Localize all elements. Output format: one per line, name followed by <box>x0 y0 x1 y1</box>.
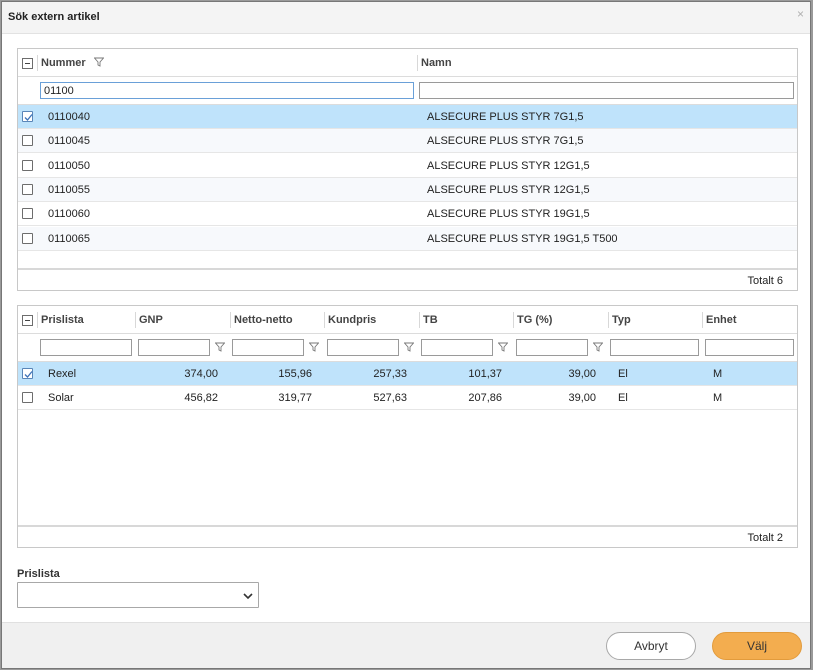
select-button[interactable]: Välj <box>712 632 802 660</box>
row-checkbox[interactable] <box>22 392 33 403</box>
dialog-footer: Avbryt Välj <box>2 622 810 668</box>
select-all-checkbox[interactable] <box>22 315 33 326</box>
enhet-cell: M <box>713 368 723 380</box>
dialog-titlebar: Sök extern artikel × <box>2 2 810 34</box>
enhet-filter-input[interactable] <box>705 339 794 356</box>
prislista-label: Prislista <box>17 568 60 580</box>
gnp-cell: 456,82 <box>184 392 218 404</box>
namn-cell: ALSECURE PLUS STYR 12G1,5 <box>427 183 590 196</box>
kundpris-cell: 257,33 <box>373 368 407 380</box>
typ-cell: El <box>618 368 628 380</box>
column-header-enhet[interactable]: Enhet <box>703 306 737 334</box>
price-filter-row <box>18 334 797 362</box>
kundpris-cell: 527,63 <box>373 392 407 404</box>
table-row[interactable]: 0110040 ALSECURE PLUS STYR 7G1,5 <box>18 105 797 129</box>
column-header-netto-netto[interactable]: Netto-netto <box>231 306 293 334</box>
column-header-kundpris[interactable]: Kundpris <box>325 306 376 334</box>
gnp-filter-input[interactable] <box>138 339 210 356</box>
row-checkbox[interactable] <box>22 232 33 244</box>
table-row[interactable]: 0110050 ALSECURE PLUS STYR 12G1,5 <box>18 153 797 178</box>
column-header-nummer[interactable]: Nummer <box>38 49 105 77</box>
article-total: Totalt 6 <box>747 275 783 287</box>
namn-filter-input[interactable] <box>419 82 794 99</box>
prislista-select[interactable] <box>17 582 259 608</box>
filter-icon[interactable] <box>215 342 225 352</box>
column-header-tg[interactable]: TG (%) <box>514 306 552 334</box>
nummer-cell: 0110040 <box>48 111 91 123</box>
namn-cell: ALSECURE PLUS STYR 7G1,5 <box>427 111 584 123</box>
row-checkbox[interactable] <box>22 159 33 171</box>
table-row[interactable]: 0110055 ALSECURE PLUS STYR 12G1,5 <box>18 177 797 202</box>
netto-filter-input[interactable] <box>232 339 304 356</box>
close-icon[interactable]: × <box>797 7 804 21</box>
netto-cell: 319,77 <box>278 392 312 404</box>
nummer-cell: 0110050 <box>48 159 91 172</box>
row-checkbox[interactable] <box>22 368 33 379</box>
filter-icon[interactable] <box>309 342 319 352</box>
prislista-cell: Rexel <box>48 368 77 380</box>
column-header-namn[interactable]: Namn <box>418 49 452 77</box>
filter-icon[interactable] <box>93 57 105 67</box>
row-checkbox[interactable] <box>22 183 33 195</box>
dialog-title: Sök extern artikel <box>8 11 100 23</box>
price-total: Totalt 2 <box>747 532 783 544</box>
namn-cell: ALSECURE PLUS STYR 19G1,5 T500 <box>427 232 618 245</box>
prislista-filter-input[interactable] <box>40 339 132 356</box>
prislista-cell: Solar <box>48 392 74 404</box>
price-grid: Prislista GNP Netto-netto Kundpris TB TG… <box>17 305 798 548</box>
kundpris-filter-input[interactable] <box>327 339 399 356</box>
column-header-gnp[interactable]: GNP <box>136 306 163 334</box>
row-checkbox[interactable] <box>22 135 33 147</box>
search-external-article-dialog: Sök extern artikel × Nummer Namn 0110040… <box>1 1 811 669</box>
filter-icon[interactable] <box>593 342 603 352</box>
tb-filter-input[interactable] <box>421 339 493 356</box>
row-checkbox[interactable] <box>22 208 33 220</box>
article-filter-row <box>18 77 797 105</box>
tg-cell: 39,00 <box>568 368 596 380</box>
article-grid-header: Nummer Namn <box>18 49 797 77</box>
table-row[interactable]: Rexel 374,00 155,96 257,33 101,37 39,00 El M <box>18 362 797 386</box>
namn-cell: ALSECURE PLUS STYR 12G1,5 <box>427 159 590 172</box>
nummer-cell: 0110065 <box>48 232 91 245</box>
column-header-prislista[interactable]: Prislista <box>38 306 84 334</box>
gnp-cell: 374,00 <box>184 368 218 380</box>
table-row[interactable]: 0110065 ALSECURE PLUS STYR 19G1,5 T500 <box>18 226 797 251</box>
table-row[interactable]: 0110060 ALSECURE PLUS STYR 19G1,5 <box>18 202 797 227</box>
enhet-cell: M <box>713 392 723 404</box>
price-grid-footer: Totalt 2 <box>18 525 797 547</box>
column-header-tb[interactable]: TB <box>420 306 438 334</box>
nummer-cell: 0110045 <box>48 135 91 148</box>
row-checkbox[interactable] <box>22 111 33 122</box>
namn-cell: ALSECURE PLUS STYR 7G1,5 <box>427 135 584 148</box>
namn-cell: ALSECURE PLUS STYR 19G1,5 <box>427 208 590 221</box>
netto-cell: 155,96 <box>278 368 312 380</box>
nummer-filter-input[interactable] <box>40 82 414 99</box>
filter-icon[interactable] <box>498 342 508 352</box>
price-grid-header: Prislista GNP Netto-netto Kundpris TB TG… <box>18 306 797 334</box>
tb-cell: 101,37 <box>468 368 502 380</box>
table-row[interactable]: Solar 456,82 319,77 527,63 207,86 39,00 El M <box>18 386 797 410</box>
tb-cell: 207,86 <box>468 392 502 404</box>
select-all-checkbox[interactable] <box>22 58 33 69</box>
tg-cell: 39,00 <box>568 392 596 404</box>
nummer-cell: 0110055 <box>48 183 91 196</box>
chevron-down-icon <box>243 593 253 600</box>
typ-filter-input[interactable] <box>610 339 699 356</box>
filter-icon[interactable] <box>404 342 414 352</box>
nummer-cell: 0110060 <box>48 208 91 221</box>
tg-filter-input[interactable] <box>516 339 588 356</box>
typ-cell: El <box>618 392 628 404</box>
table-row[interactable]: 0110045 ALSECURE PLUS STYR 7G1,5 <box>18 129 797 154</box>
article-grid-footer: Totalt 6 <box>18 268 797 290</box>
column-header-typ[interactable]: Typ <box>609 306 631 334</box>
cancel-button[interactable]: Avbryt <box>606 632 696 660</box>
article-grid: Nummer Namn 0110040 ALSECURE PLUS STYR 7G… <box>17 48 798 291</box>
